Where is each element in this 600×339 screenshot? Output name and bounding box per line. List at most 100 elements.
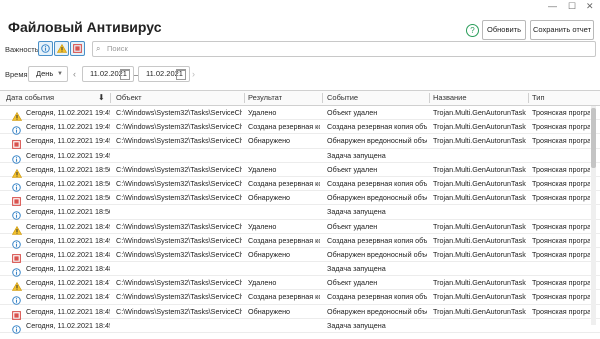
chevron-down-icon: ▼ xyxy=(57,71,63,77)
table-row[interactable]: Сегодня, 11.02.2021 19:45:12 Задача запущ… xyxy=(0,149,600,164)
danger-icon xyxy=(12,307,21,320)
cell-name: Trojan.Multi.GenAutorunTaskFile.a xyxy=(433,136,526,146)
severity-warning-toggle[interactable] xyxy=(54,41,69,56)
cell-event: Обнаружен вредоносный объект xyxy=(327,193,427,203)
prev-date-arrow[interactable]: ‹ xyxy=(73,69,76,79)
date-from-field[interactable]: 11.02.2021 xyxy=(82,66,134,82)
cell-event: Обнаружен вредоносный объект xyxy=(327,136,427,146)
cell-name: Trojan.Multi.GenAutorunTaskFile.a xyxy=(433,278,526,288)
search-field[interactable]: ⌕ Поиск xyxy=(92,41,596,57)
severity-danger-toggle[interactable] xyxy=(70,41,85,56)
next-date-arrow[interactable]: › xyxy=(192,69,195,79)
table-row[interactable]: Сегодня, 11.02.2021 18:49:18 C:\Windows\S… xyxy=(0,234,600,249)
table-row[interactable]: Сегодня, 11.02.2021 18:47:23 C:\Windows\S… xyxy=(0,276,600,292)
cell-name: Trojan.Multi.GenAutorunTaskFile.a xyxy=(433,108,526,117)
column-header-result[interactable]: Результат xyxy=(248,91,282,105)
cell-object: C:\Windows\System32\Tasks\ServiceCheck_1… xyxy=(116,193,242,203)
cell-type: Троянская программа xyxy=(532,164,590,174)
calendar-icon xyxy=(176,69,186,80)
cell-name: Trojan.Multi.GenAutorunTaskFile.a xyxy=(433,306,526,316)
info-icon xyxy=(12,292,21,306)
cell-result: Обнаружено xyxy=(248,193,291,203)
column-header-event[interactable]: Событие xyxy=(327,91,358,105)
cell-name: Trojan.Multi.GenAutorunTaskFile.a xyxy=(433,164,526,174)
cell-name: Trojan.Multi.GenAutorunTaskFile.a xyxy=(433,122,526,132)
column-header-name[interactable]: Название xyxy=(433,91,467,105)
cell-date: Сегодня, 11.02.2021 18:45:30 xyxy=(26,320,110,330)
column-header-type[interactable]: Тип xyxy=(532,91,545,105)
maximize-button[interactable]: ☐ xyxy=(568,1,576,11)
info-icon xyxy=(12,236,21,249)
save-report-button[interactable]: Сохранить отчет xyxy=(530,20,594,40)
cell-type: Троянская программа xyxy=(532,221,590,231)
column-header-object[interactable]: Объект xyxy=(116,91,142,105)
table-row[interactable]: Сегодня, 11.02.2021 19:45:56 C:\Windows\S… xyxy=(0,106,600,121)
cell-date: Сегодня, 11.02.2021 18:50:29 xyxy=(26,193,110,203)
sort-down-icon[interactable]: ⬇ xyxy=(98,91,105,105)
cell-type: Троянская программа xyxy=(532,136,590,146)
column-divider xyxy=(244,93,245,103)
cell-date: Сегодня, 11.02.2021 18:45:38 xyxy=(26,306,110,316)
cell-result: Создана резервная копия xyxy=(248,292,320,302)
severity-label: Важность: xyxy=(5,45,41,54)
table-row[interactable]: Сегодня, 11.02.2021 19:45:56 C:\Windows\S… xyxy=(0,120,600,135)
table-row[interactable]: Сегодня, 11.02.2021 18:50:29 C:\Windows\S… xyxy=(0,191,600,207)
column-divider xyxy=(528,93,529,103)
cell-date: Сегодня, 11.02.2021 18:48:54 xyxy=(26,249,110,259)
warning-icon xyxy=(11,222,23,235)
cell-result: Удалено xyxy=(248,221,277,231)
table-row[interactable]: Сегодня, 11.02.2021 18:45:30 Задача запущ… xyxy=(0,319,600,334)
refresh-button[interactable]: Обновить xyxy=(482,20,526,40)
cell-type: Троянская программа xyxy=(532,178,590,188)
warning-icon xyxy=(11,165,23,178)
scrollbar-thumb[interactable] xyxy=(591,108,596,168)
table-row[interactable]: Сегодня, 11.02.2021 18:49:18 C:\Windows\S… xyxy=(0,220,600,235)
cell-object: C:\Windows\System32\Tasks\ServiceCheck_2… xyxy=(116,249,242,259)
table-body: Сегодня, 11.02.2021 19:45:56 C:\Windows\S… xyxy=(0,106,600,334)
cell-object: C:\Windows\System32\Tasks\ServiceCheck_1… xyxy=(116,164,242,174)
cell-type: Троянская программа xyxy=(532,193,590,203)
cell-event: Задача запущена xyxy=(327,264,386,274)
danger-icon xyxy=(73,44,82,53)
danger-icon xyxy=(12,193,21,207)
table-row[interactable]: Сегодня, 11.02.2021 18:50:23 Задача запущ… xyxy=(0,205,600,221)
cell-object: C:\Windows\System32\Tasks\ServiceCheck_2… xyxy=(116,235,242,245)
severity-info-toggle[interactable] xyxy=(38,41,53,56)
table-row[interactable]: Сегодня, 11.02.2021 18:47:22 C:\Windows\S… xyxy=(0,290,600,306)
table-row[interactable]: Сегодня, 11.02.2021 18:48:54 C:\Windows\S… xyxy=(0,248,600,263)
warning-icon xyxy=(11,278,23,292)
cell-type: Троянская программа xyxy=(532,122,590,132)
cell-date: Сегодня, 11.02.2021 18:49:18 xyxy=(26,235,110,245)
close-button[interactable]: ✕ xyxy=(586,1,594,11)
cell-event: Объект удален xyxy=(327,221,378,231)
cell-object: C:\Windows\System32\Tasks\ServiceCheck_1… xyxy=(116,292,242,302)
help-icon[interactable]: ? xyxy=(466,24,479,37)
table-row[interactable]: Сегодня, 11.02.2021 18:50:56 C:\Windows\S… xyxy=(0,163,600,178)
cell-result: Создана резервная копия xyxy=(248,178,320,188)
column-divider xyxy=(110,93,111,103)
table-row[interactable]: Сегодня, 11.02.2021 18:50:55 C:\Windows\S… xyxy=(0,177,600,192)
period-select[interactable]: День ▼ xyxy=(28,66,68,82)
cell-name: Trojan.Multi.GenAutorunTaskFile.a xyxy=(433,221,526,231)
minimize-button[interactable]: — xyxy=(548,1,557,11)
column-header-date[interactable]: Дата события xyxy=(6,91,54,105)
cell-type: Троянская программа xyxy=(532,235,590,245)
cell-date: Сегодня, 11.02.2021 19:45:12 xyxy=(26,150,110,160)
column-divider xyxy=(322,93,323,103)
cell-date: Сегодня, 11.02.2021 19:45:19 xyxy=(26,136,110,146)
cell-date: Сегодня, 11.02.2021 19:45:56 xyxy=(26,108,110,117)
info-icon xyxy=(12,321,21,334)
cell-object: C:\Windows\System32\Tasks\ServiceCheck_3 xyxy=(116,136,242,146)
cell-event: Создана резервная копия объекта xyxy=(327,178,427,188)
cell-object: C:\Windows\System32\Tasks\ServiceCheck_1… xyxy=(116,306,242,316)
cell-name: Trojan.Multi.GenAutorunTaskFile.a xyxy=(433,178,526,188)
cell-result: Обнаружено xyxy=(248,136,291,146)
cell-event: Задача запущена xyxy=(327,150,386,160)
cell-name: Trojan.Multi.GenAutorunTaskFile.a xyxy=(433,193,526,203)
date-to-field[interactable]: 11.02.2021 xyxy=(138,66,190,82)
cell-type: Троянская программа xyxy=(532,278,590,288)
info-icon xyxy=(41,44,50,53)
table-row[interactable]: Сегодня, 11.02.2021 18:48:50 Задача запущ… xyxy=(0,262,600,277)
table-row[interactable]: Сегодня, 11.02.2021 19:45:19 C:\Windows\S… xyxy=(0,134,600,150)
table-row[interactable]: Сегодня, 11.02.2021 18:45:38 C:\Windows\S… xyxy=(0,305,600,320)
